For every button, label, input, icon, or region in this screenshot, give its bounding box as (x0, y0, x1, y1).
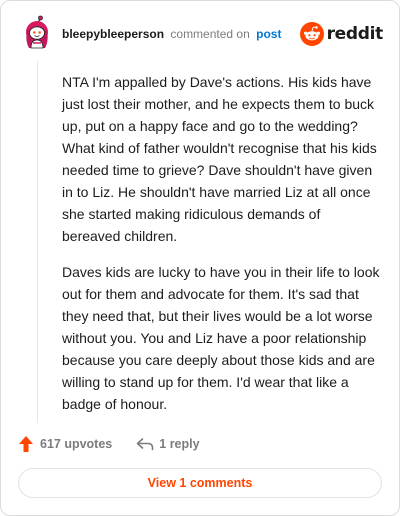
upvote-count: 617 upvotes (40, 437, 113, 451)
username-link[interactable]: bleepybleeperson (62, 27, 164, 41)
reply-button[interactable]: 1 reply (136, 437, 200, 451)
action-text: commented on (170, 27, 250, 41)
comment-paragraph: NTA I'm appalled by Dave's actions. His … (62, 74, 377, 244)
comment-header: bleepybleeperson commented on post reddi… (19, 13, 383, 53)
reply-count: 1 reply (159, 437, 200, 451)
reddit-wordmark: reddit (326, 24, 384, 44)
comment-card: bleepybleeperson commented on post reddi… (0, 0, 400, 516)
snoo-avatar-icon[interactable] (19, 15, 55, 51)
reply-arrow-icon (136, 438, 154, 451)
reddit-logo[interactable]: reddit (299, 21, 384, 47)
comment-actions: 617 upvotes 1 reply (18, 433, 200, 455)
comment-body: NTA I'm appalled by Dave's actions. His … (62, 71, 382, 429)
view-comments-button[interactable]: View 1 comments (18, 468, 382, 498)
thread-line[interactable] (37, 61, 38, 423)
reddit-snoo-icon (299, 22, 324, 46)
comment-paragraph: Daves kids are lucky to have you in thei… (62, 264, 380, 412)
upvote-arrow-icon[interactable] (18, 435, 34, 453)
post-link[interactable]: post (256, 27, 281, 41)
comment-meta: bleepybleeperson commented on post (62, 27, 281, 41)
